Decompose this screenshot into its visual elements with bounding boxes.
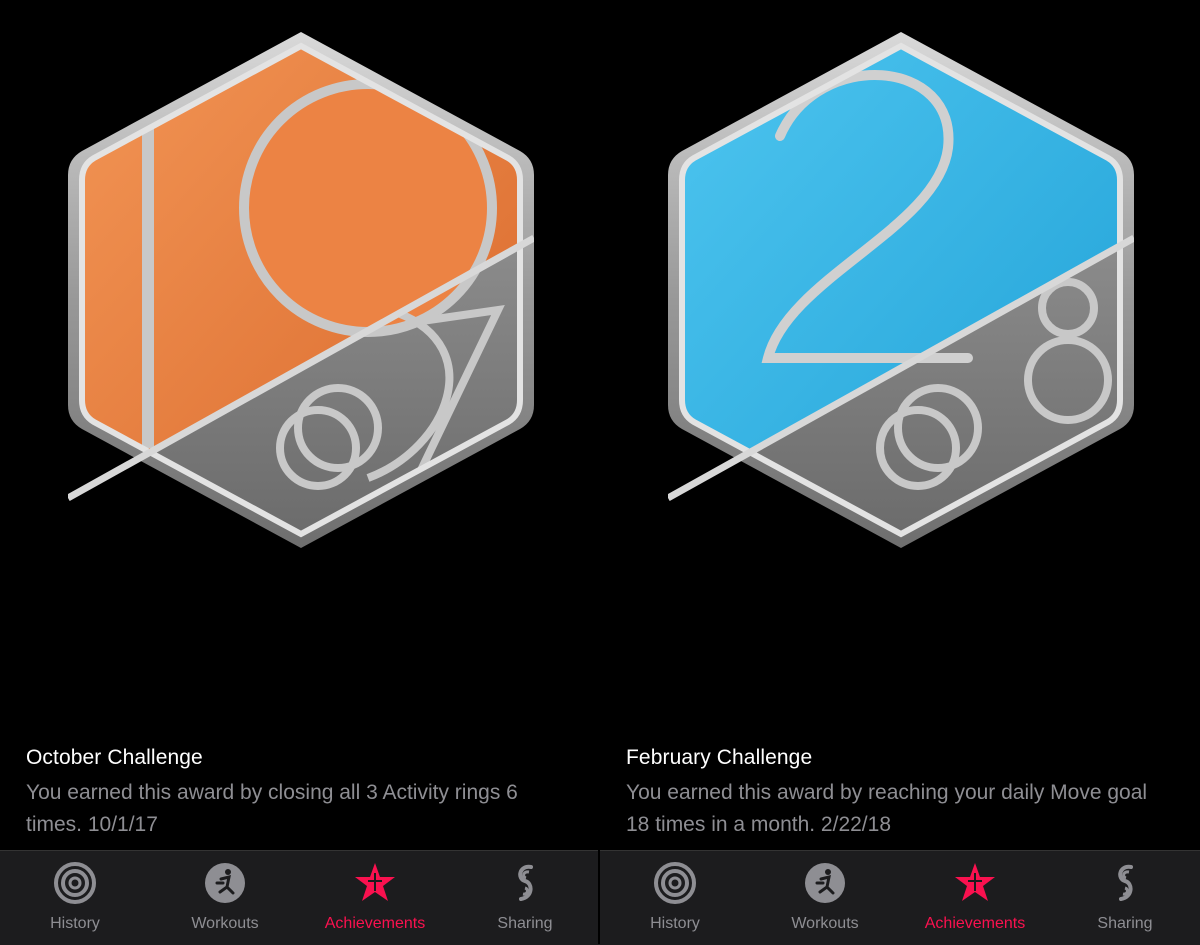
workouts-runner-icon <box>803 861 847 905</box>
tab-label: Sharing <box>1097 915 1153 932</box>
achievements-star-icon <box>953 861 997 905</box>
october-badge-icon <box>68 32 534 548</box>
february-badge-icon <box>668 32 1134 548</box>
tab-label: Achievements <box>924 915 1026 932</box>
tab-sharing[interactable]: Sharing <box>1050 851 1200 945</box>
award-description: You earned this award by closing all 3 A… <box>26 781 518 836</box>
tab-label: Achievements <box>324 915 426 932</box>
february-challenge-panel: February Challenge You earned this award… <box>600 0 1200 945</box>
tab-label: Workouts <box>791 915 859 932</box>
tab-workouts[interactable]: Workouts <box>150 851 300 945</box>
tab-bar: History Workouts Achievements Sharing <box>600 850 1200 945</box>
tab-bar: History Workouts Achievements Sharing <box>0 850 600 945</box>
history-rings-icon <box>653 861 697 905</box>
tab-label: Sharing <box>497 915 553 932</box>
workouts-runner-icon <box>203 861 247 905</box>
october-challenge-panel: October Challenge You earned this award … <box>0 0 600 945</box>
tab-achievements[interactable]: Achievements <box>900 851 1050 945</box>
sharing-icon <box>1103 861 1147 905</box>
tab-label: Workouts <box>191 915 259 932</box>
february-challenge-badge[interactable] <box>668 28 1134 550</box>
sharing-icon <box>503 861 547 905</box>
award-title: October Challenge <box>26 746 203 769</box>
award-title: February Challenge <box>626 746 813 769</box>
october-challenge-badge[interactable] <box>68 28 534 550</box>
tab-history[interactable]: History <box>0 851 150 945</box>
tab-workouts[interactable]: Workouts <box>750 851 900 945</box>
award-description: You earned this award by reaching your d… <box>626 781 1148 836</box>
tab-label: History <box>650 915 700 932</box>
achievements-star-icon <box>353 861 397 905</box>
history-rings-icon <box>53 861 97 905</box>
tab-history[interactable]: History <box>600 851 750 945</box>
tab-sharing[interactable]: Sharing <box>450 851 600 945</box>
tab-label: History <box>50 915 100 932</box>
tab-achievements[interactable]: Achievements <box>300 851 450 945</box>
